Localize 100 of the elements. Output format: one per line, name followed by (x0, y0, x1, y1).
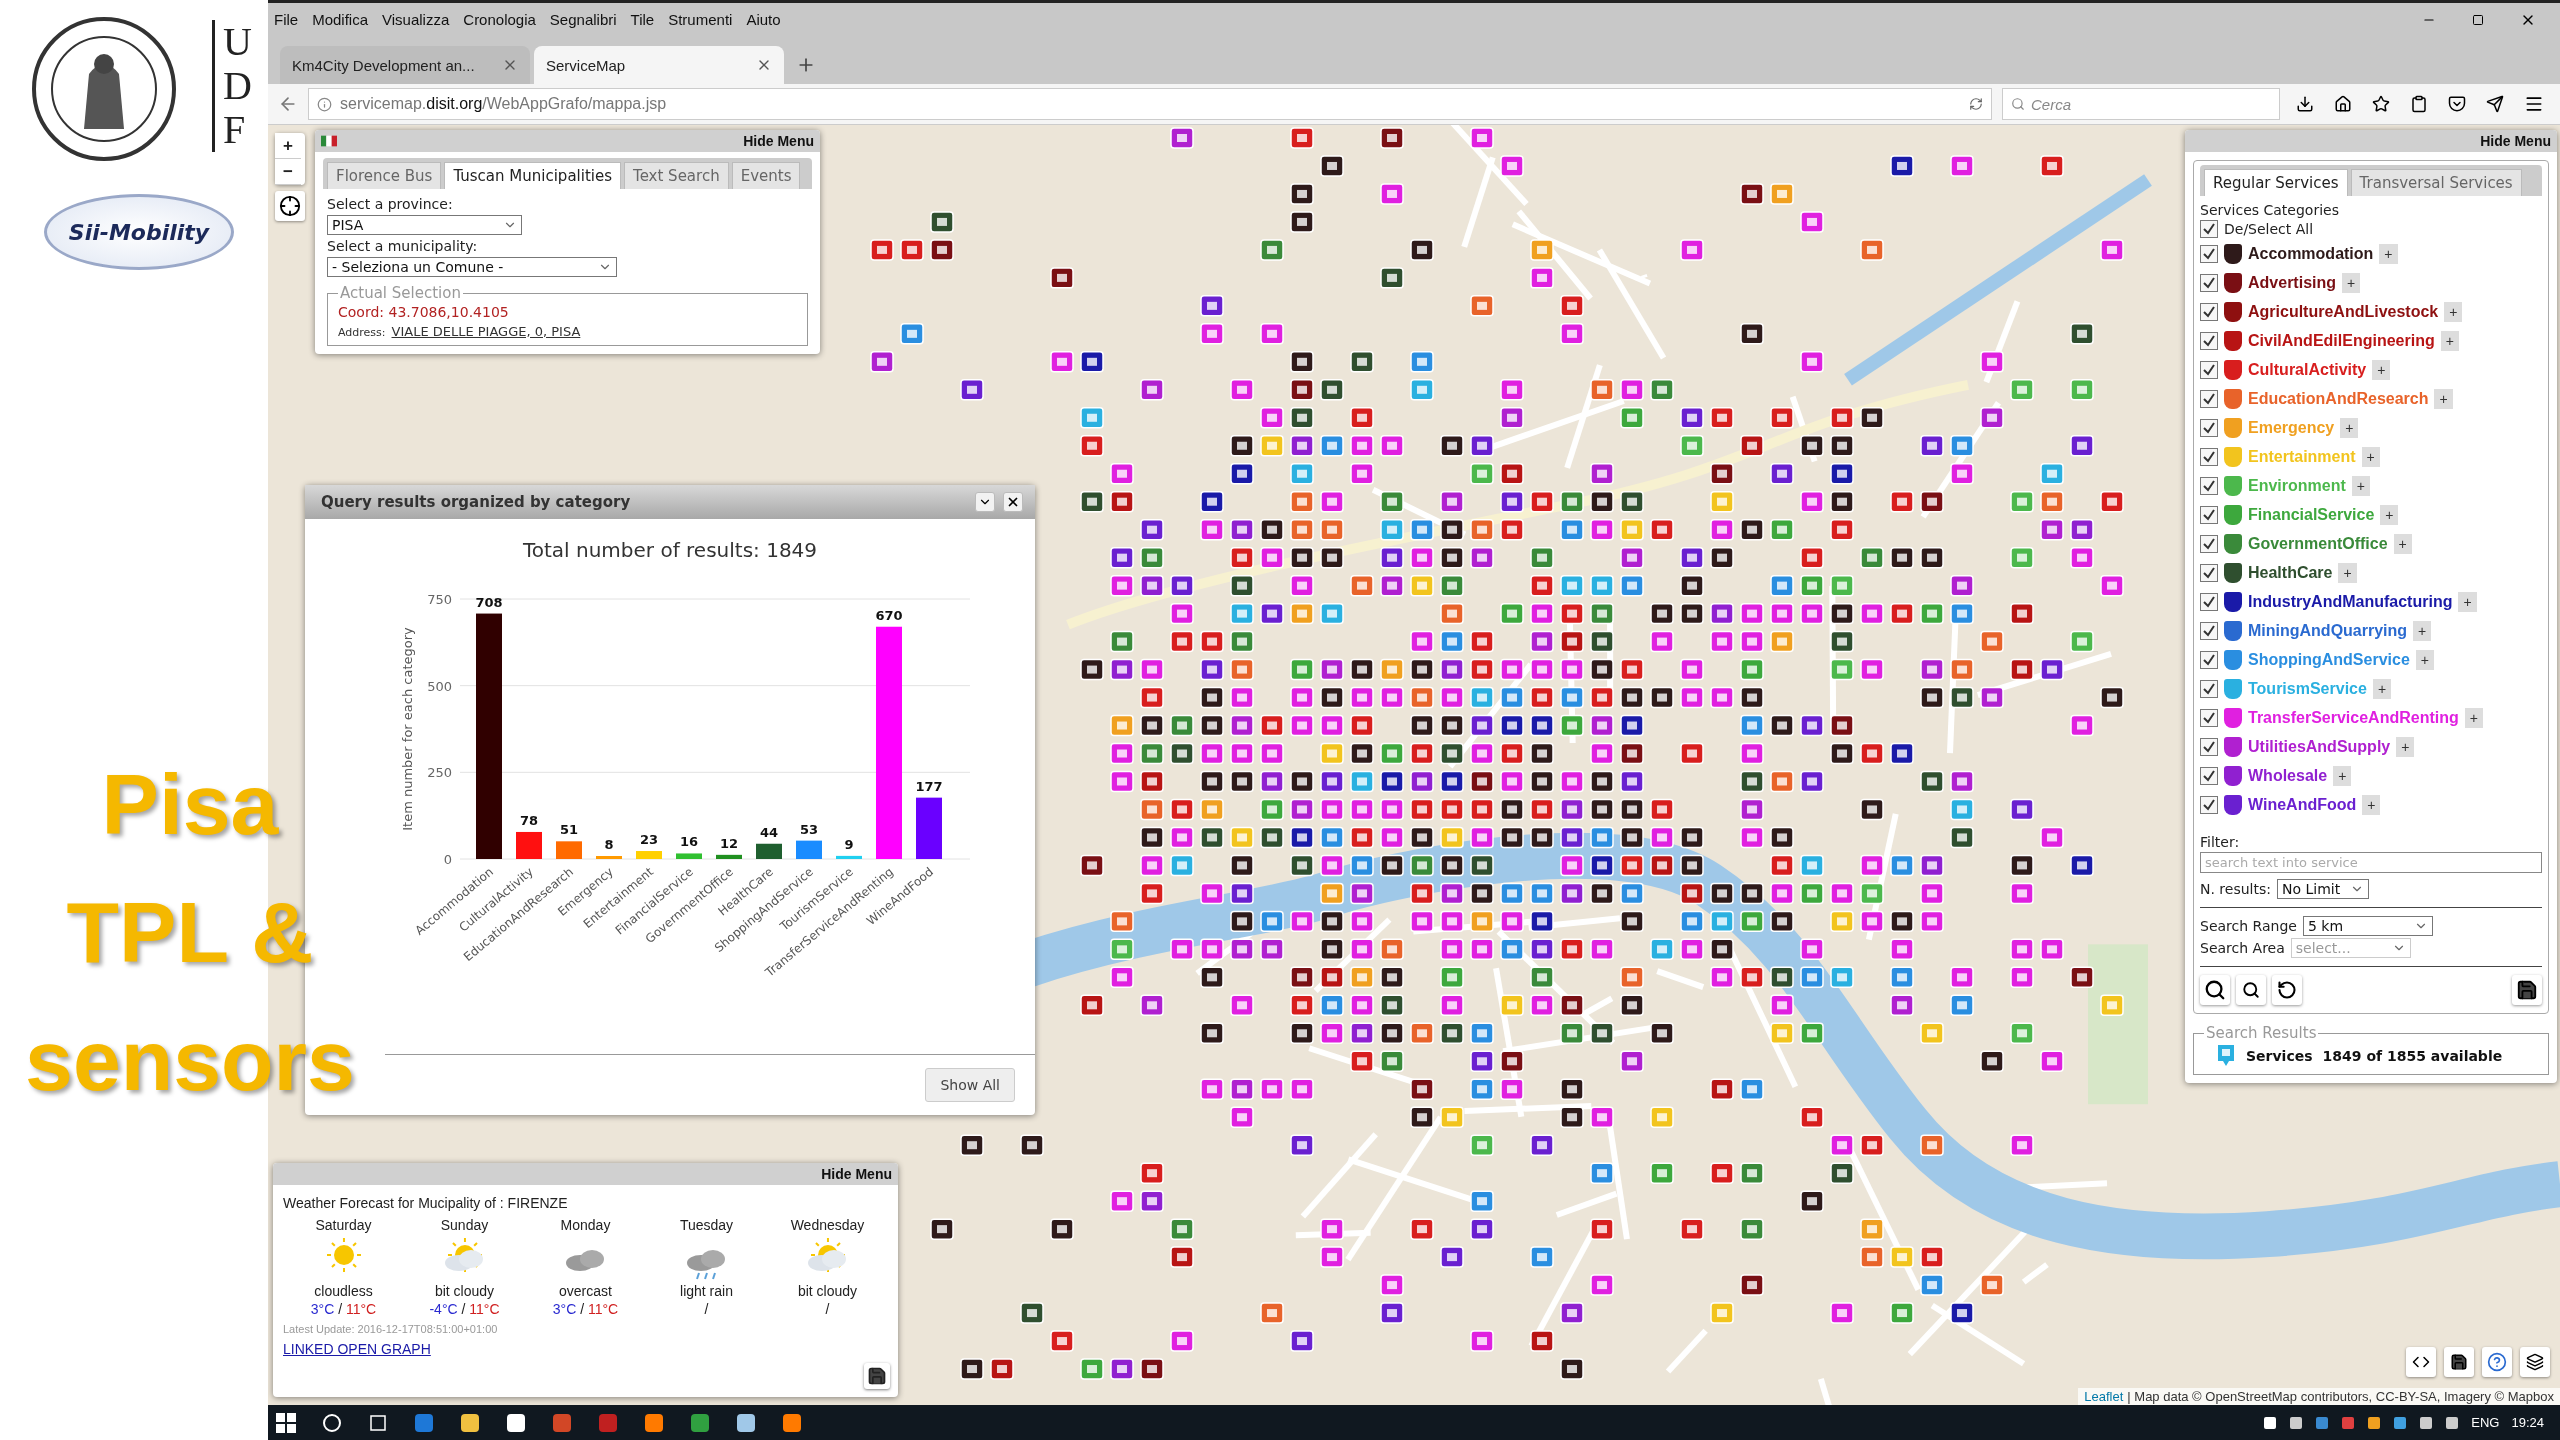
language-indicator[interactable]: ENG (2471, 1415, 2500, 1430)
leaflet-link[interactable]: Leaflet (2084, 1389, 2124, 1404)
panel-tab[interactable]: Transversal Services (2350, 169, 2522, 196)
panel-tab[interactable]: Text Search (624, 162, 729, 189)
filter-field[interactable]: search text into service (2200, 852, 2542, 873)
results-limit-select[interactable]: No Limit (2277, 879, 2369, 899)
coordinates-text: Coord: 43.7086,10.4105 (338, 304, 510, 320)
category-name: WineAndFood (2248, 795, 2357, 814)
data-label: 177 (915, 778, 943, 794)
browser-tab[interactable]: ServiceMap (534, 46, 784, 84)
categories-heading: Services Categories (2200, 202, 2340, 218)
search-range-label: Search Range (2200, 918, 2297, 934)
expand-button[interactable]: + (2340, 417, 2359, 438)
show-all-button[interactable]: Show All (925, 1068, 1015, 1102)
expand-button[interactable]: + (2333, 765, 2352, 786)
expand-button[interactable]: + (2393, 533, 2412, 554)
expand-button[interactable]: + (2415, 649, 2434, 670)
menu-item[interactable]: Visualizza (382, 11, 450, 28)
university-name-text: D (223, 64, 252, 108)
select-all-label: De/Select All (2224, 221, 2314, 237)
panel-title: Query results organized by category (321, 493, 632, 511)
y-tick-label: 500 (427, 678, 452, 694)
temperature-range: 3°C / 11°C (310, 1301, 377, 1317)
day-name: Monday (560, 1217, 611, 1233)
category-name: AgricultureAndLivestock (2248, 302, 2439, 321)
expand-button[interactable]: + (2379, 243, 2398, 264)
university-name-text: U (223, 20, 252, 64)
expand-button[interactable]: + (2362, 794, 2381, 815)
slide-title: sensors (25, 1011, 355, 1110)
day-name: Tuesday (679, 1217, 734, 1233)
panel-tab[interactable]: Regular Services (2204, 169, 2348, 196)
menu-item[interactable]: Strumenti (668, 11, 733, 28)
category-name: Wholesale (2248, 766, 2328, 785)
menu-item[interactable]: Cronologia (463, 11, 536, 28)
address-link[interactable]: VIALE DELLE PIAGGE, 0, PISA (391, 324, 581, 339)
expand-button[interactable]: + (2372, 678, 2392, 699)
hide-menu-link[interactable]: Hide Menu (743, 133, 814, 149)
data-label: 9 (844, 836, 854, 852)
zoom-in-button[interactable]: + (275, 133, 301, 159)
weather-condition: cloudless (314, 1283, 373, 1299)
expand-button[interactable]: + (2444, 301, 2463, 322)
category-name: CulturalActivity (2248, 360, 2367, 379)
menu-item[interactable]: Segnalibri (549, 11, 617, 28)
results-count: 1849 of 1855 available (2322, 1048, 2503, 1064)
data-label: 78 (519, 812, 539, 828)
weather-heading: Weather Forecast for Mucipality of : FIRENZE (283, 1195, 569, 1211)
data-label: 8 (604, 837, 614, 853)
category-name: FinancialService (2248, 505, 2375, 524)
expand-button[interactable]: + (2380, 504, 2399, 525)
panel-tab[interactable]: Events (731, 162, 801, 189)
data-label: 44 (759, 824, 779, 840)
map-attribution: | Map data © OpenStreetMap contributors, CC-BY-SA, Imagery © Mapbox (2127, 1389, 2554, 1404)
expand-button[interactable]: + (2464, 707, 2483, 728)
category-name: EducationAndResearch (2248, 389, 2429, 408)
hide-menu-link[interactable]: Hide Menu (821, 1166, 892, 1182)
panel-tab[interactable]: Tuscan Municipalities (444, 162, 621, 189)
menu-item[interactable]: Modifica (312, 11, 369, 28)
expand-button[interactable]: + (2351, 475, 2370, 496)
municipality-select[interactable]: - Seleziona un Comune - (327, 257, 617, 277)
day-name: Wednesday (790, 1217, 865, 1233)
search-field[interactable]: Cerca (2002, 88, 2280, 120)
y-tick-label: 250 (427, 765, 452, 781)
data-label: 12 (719, 835, 739, 851)
category-name: MiningAndQuarrying (2248, 621, 2408, 640)
y-tick-label: 750 (427, 592, 452, 607)
expand-button[interactable]: + (2338, 562, 2357, 583)
hide-menu-link[interactable]: Hide Menu (2480, 133, 2551, 149)
menu-item[interactable]: File (274, 11, 299, 28)
results-name: Services (2246, 1048, 2313, 1064)
menu-item[interactable]: Tile (630, 11, 655, 28)
panel-tab[interactable]: Florence Bus (327, 162, 442, 189)
clock-text[interactable]: 19:24 (2511, 1415, 2544, 1430)
update-time: Latest Update: 2016-12-17T08:51:00+01:00 (283, 1323, 499, 1335)
menu-item[interactable]: Aiuto (746, 11, 781, 28)
expand-button[interactable]: + (2413, 620, 2432, 641)
browser-tab[interactable]: Km4City Development an... (280, 46, 530, 84)
data-label: 23 (639, 832, 659, 848)
data-label: 51 (559, 822, 579, 838)
data-label: 53 (799, 821, 819, 837)
expand-button[interactable]: + (2361, 446, 2380, 467)
category-name: Accommodation (2248, 244, 2374, 263)
category-name: HealthCare (2248, 563, 2333, 582)
linked-open-graph-link[interactable]: LINKED OPEN GRAPH (283, 1341, 431, 1357)
address-bar[interactable]: servicemap.disit.org/WebAppGrafo/mappa.jsp (308, 88, 1992, 120)
data-label: 16 (679, 834, 699, 850)
weather-condition: light rain (680, 1283, 733, 1299)
slide-title: TPL & (66, 883, 314, 982)
expand-button[interactable]: + (2372, 359, 2391, 380)
zoom-out-button[interactable]: − (275, 159, 301, 185)
expand-button[interactable]: + (2396, 736, 2415, 757)
expand-button[interactable]: + (2458, 591, 2477, 612)
expand-button[interactable]: + (2434, 388, 2453, 409)
expand-button[interactable]: + (2440, 330, 2459, 351)
weather-condition: overcast (559, 1283, 612, 1299)
results-limit-label: N. results: (2200, 881, 2271, 897)
search-range-select[interactable]: 5 km (2302, 916, 2433, 936)
day-name: Saturday (315, 1217, 372, 1233)
province-select[interactable]: PISA (327, 215, 522, 235)
expand-button[interactable]: + (2342, 272, 2361, 293)
province-label: Select a province: (327, 196, 454, 212)
